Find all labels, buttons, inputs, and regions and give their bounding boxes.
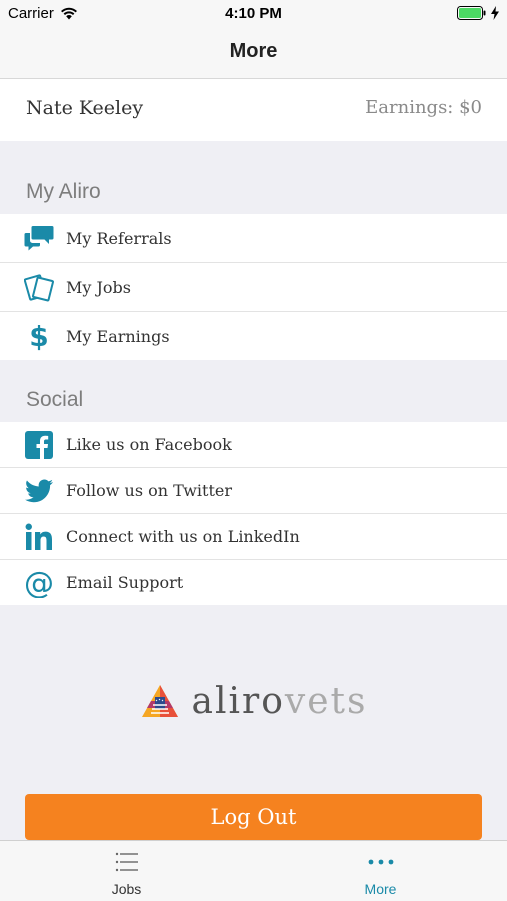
more-dots-icon [367, 851, 395, 873]
charging-icon [491, 6, 499, 20]
twitter-icon [24, 476, 54, 506]
menu-item-label: My Referrals [66, 228, 172, 248]
user-name: Nate Keeley [26, 97, 144, 119]
social-list: Like us on Facebook Follow us on Twitter… [0, 422, 507, 605]
status-bar: Carrier 4:10 PM [0, 0, 507, 28]
tab-more[interactable]: More [254, 841, 507, 901]
navigation-bar: More [0, 28, 507, 79]
menu-item-label: My Earnings [66, 326, 170, 346]
menu-item-email-support[interactable]: @ Email Support [0, 560, 507, 605]
menu-item-linkedin[interactable]: Connect with us on LinkedIn [0, 514, 507, 560]
chat-bubbles-icon [24, 223, 54, 253]
menu-item-facebook[interactable]: Like us on Facebook [0, 422, 507, 468]
menu-item-my-earnings[interactable]: $ My Earnings [0, 312, 507, 360]
dollar-icon: $ [24, 321, 54, 351]
flag-triangle-icon [141, 685, 178, 717]
tab-bar: Jobs More [0, 840, 507, 901]
earnings-summary: Earnings: $0 [365, 97, 482, 118]
menu-item-my-referrals[interactable]: My Referrals [0, 214, 507, 263]
logo-word-vets: vets [284, 680, 368, 722]
section-header-my-aliro: My Aliro [0, 158, 507, 214]
menu-item-label: Email Support [66, 573, 184, 592]
logout-button[interactable]: Log Out [25, 794, 482, 840]
list-icon [115, 851, 139, 873]
my-aliro-list: My Referrals My Jobs $ My Earnings [0, 214, 507, 360]
menu-item-twitter[interactable]: Follow us on Twitter [0, 468, 507, 514]
menu-item-label: Like us on Facebook [66, 435, 232, 454]
status-time: 4:10 PM [225, 5, 282, 22]
section-title-social: Social [26, 388, 84, 411]
section-header-social: Social [0, 366, 507, 422]
tab-label-jobs: Jobs [111, 881, 142, 897]
battery-icon [457, 6, 486, 20]
svg-text:@: @ [24, 568, 54, 598]
page-title: More [229, 40, 278, 62]
cards-icon [24, 272, 54, 302]
svg-text:$: $ [29, 321, 48, 351]
menu-item-label: Connect with us on LinkedIn [66, 527, 300, 546]
tab-jobs[interactable]: Jobs [0, 841, 253, 901]
facebook-icon [24, 430, 54, 460]
section-title-my-aliro: My Aliro [26, 180, 101, 203]
logo-wordmark: alirovets [192, 681, 368, 722]
logo-word-aliro: aliro [191, 680, 285, 722]
at-sign-icon: @ [24, 568, 54, 598]
menu-item-label: Follow us on Twitter [66, 481, 233, 500]
menu-item-my-jobs[interactable]: My Jobs [0, 263, 507, 312]
alirovets-logo: alirovets [0, 676, 507, 726]
battery-indicator [457, 6, 499, 20]
profile-row: Nate Keeley Earnings: $0 [0, 79, 507, 141]
tab-label-more: More [364, 881, 397, 897]
linkedin-icon [24, 522, 54, 552]
menu-item-label: My Jobs [66, 277, 132, 297]
